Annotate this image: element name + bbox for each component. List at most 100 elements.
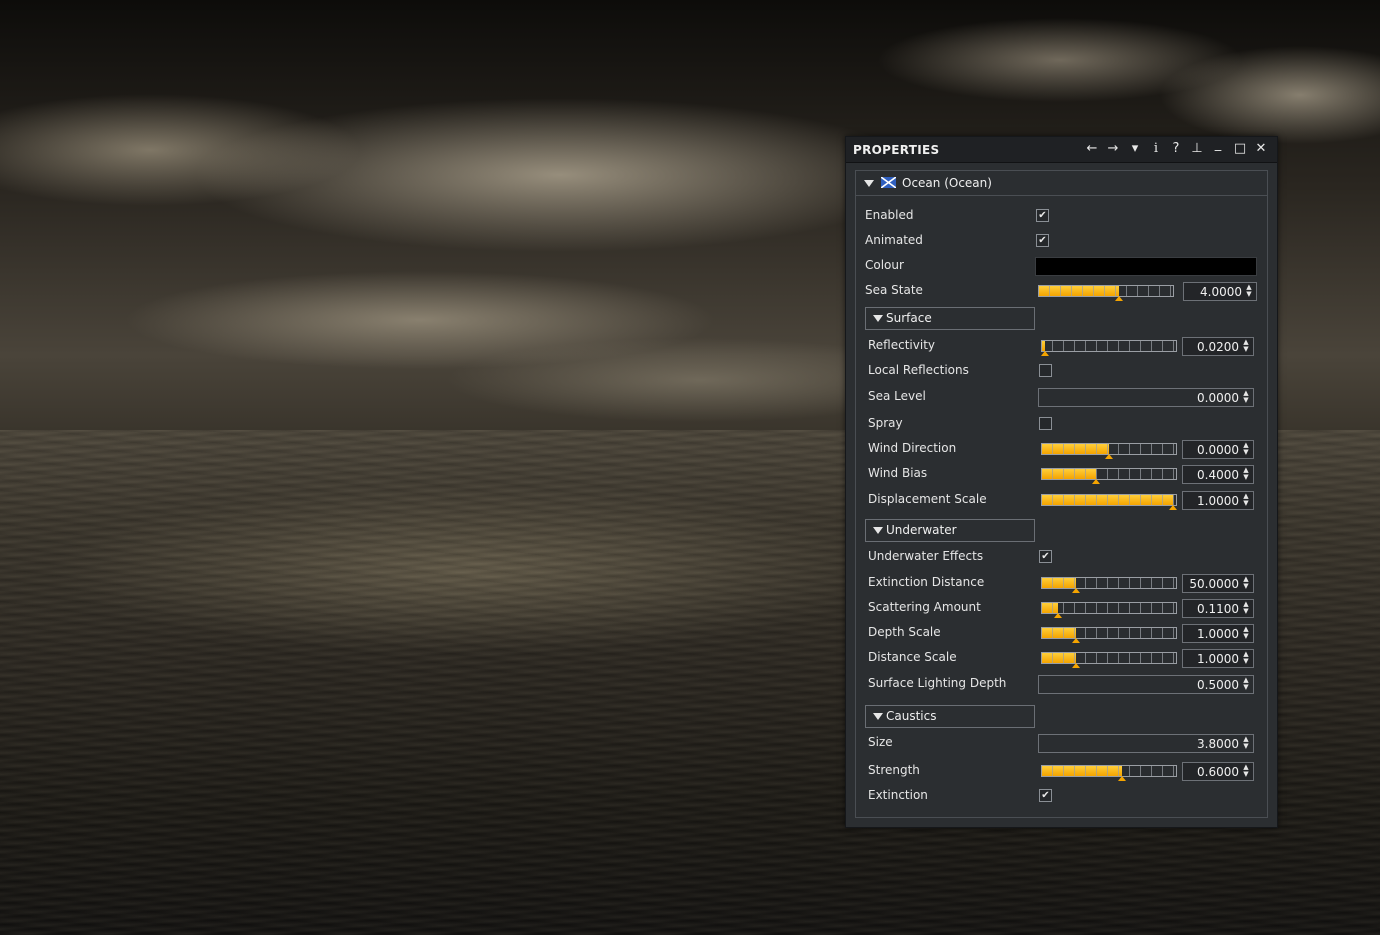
slider-handle[interactable]: [1072, 663, 1080, 668]
depth-scale-label: Depth Scale: [868, 625, 941, 639]
animated-checkbox[interactable]: ✔: [1036, 234, 1049, 247]
spin-arrows-icon[interactable]: ▲ ▼: [1242, 467, 1250, 481]
section-underwater-title: Underwater: [886, 523, 957, 537]
section-caustics-title: Caustics: [886, 709, 937, 723]
wind-direction-slider[interactable]: [1041, 443, 1177, 459]
underwater-effects-checkbox[interactable]: ✔: [1039, 550, 1052, 563]
displacement-scale-slider[interactable]: [1041, 494, 1177, 510]
sea-level-label: Sea Level: [868, 389, 926, 403]
strength-label: Strength: [868, 763, 920, 777]
displacement-scale-label: Displacement Scale: [868, 492, 987, 506]
scattering-amount-spinbox[interactable]: 0.1100 ▲ ▼: [1182, 599, 1254, 618]
panel-titlebar[interactable]: PROPERTIES ← → ▾ i ? ⊥ _ □ ✕: [846, 137, 1277, 163]
section-surface[interactable]: Surface: [865, 307, 1035, 330]
animated-label: Animated: [865, 233, 923, 247]
spin-arrows-icon[interactable]: ▲ ▼: [1242, 677, 1250, 691]
extinction-distance-value: 50.0000: [1189, 577, 1239, 591]
enabled-label: Enabled: [865, 208, 914, 222]
enabled-checkbox[interactable]: ✔: [1036, 209, 1049, 222]
size-spinbox[interactable]: 3.8000 ▲ ▼: [1038, 734, 1254, 753]
slider-handle[interactable]: [1092, 479, 1100, 484]
slider-handle[interactable]: [1118, 776, 1126, 781]
reflectivity-spinbox[interactable]: 0.0200 ▲ ▼: [1182, 337, 1254, 356]
minimize-icon[interactable]: _: [1210, 137, 1226, 153]
strength-slider[interactable]: [1041, 765, 1177, 781]
scattering-amount-slider[interactable]: [1041, 602, 1177, 618]
spin-arrows-icon[interactable]: ▲ ▼: [1242, 390, 1250, 404]
help-icon[interactable]: ?: [1168, 141, 1184, 157]
extinction-label: Extinction: [868, 788, 928, 802]
wind-bias-slider[interactable]: [1041, 468, 1177, 484]
slider-handle[interactable]: [1072, 588, 1080, 593]
depth-scale-spinbox[interactable]: 1.0000 ▲ ▼: [1182, 624, 1254, 643]
extinction-distance-slider[interactable]: [1041, 577, 1177, 593]
spin-arrows-icon[interactable]: ▲ ▼: [1242, 339, 1250, 353]
panel-title: PROPERTIES: [853, 143, 940, 157]
collapse-triangle-icon[interactable]: [873, 713, 883, 720]
slider-handle[interactable]: [1115, 296, 1123, 301]
properties-content: Ocean (Ocean) Enabled ✔ Animated ✔ Colou…: [855, 170, 1268, 818]
slider-handle[interactable]: [1072, 638, 1080, 643]
spin-arrows-icon[interactable]: ▲ ▼: [1242, 576, 1250, 590]
depth-scale-slider[interactable]: [1041, 627, 1177, 643]
properties-panel: PROPERTIES ← → ▾ i ? ⊥ _ □ ✕ Ocean (Ocea…: [845, 136, 1278, 828]
reflectivity-value: 0.0200: [1197, 340, 1239, 354]
spray-label: Spray: [868, 416, 903, 430]
distance-scale-slider[interactable]: [1041, 652, 1177, 668]
sea-level-value: 0.0000: [1197, 391, 1239, 405]
close-icon[interactable]: ✕: [1253, 141, 1269, 157]
spin-arrows-icon[interactable]: ▲ ▼: [1242, 442, 1250, 456]
displacement-scale-spinbox[interactable]: 1.0000 ▲ ▼: [1182, 491, 1254, 510]
sea-state-slider[interactable]: [1038, 285, 1174, 301]
slider-handle[interactable]: [1041, 351, 1049, 356]
local-reflections-checkbox[interactable]: [1039, 364, 1052, 377]
surface-lighting-depth-spinbox[interactable]: 0.5000 ▲ ▼: [1038, 675, 1254, 694]
wind-direction-label: Wind Direction: [868, 441, 957, 455]
slider-handle[interactable]: [1054, 613, 1062, 618]
slider-handle[interactable]: [1169, 505, 1177, 510]
slider-handle[interactable]: [1105, 454, 1113, 459]
extinction-distance-label: Extinction Distance: [868, 575, 985, 589]
scattering-amount-value: 0.1100: [1197, 602, 1239, 616]
collapse-triangle-icon[interactable]: [864, 180, 874, 187]
spin-arrows-icon[interactable]: ▲ ▼: [1242, 626, 1250, 640]
extinction-checkbox[interactable]: ✔: [1039, 789, 1052, 802]
wind-bias-label: Wind Bias: [868, 466, 928, 480]
spin-arrows-icon[interactable]: ▲ ▼: [1242, 601, 1250, 615]
spin-arrows-icon[interactable]: ▲ ▼: [1242, 736, 1250, 750]
distance-scale-spinbox[interactable]: 1.0000 ▲ ▼: [1182, 649, 1254, 668]
surface-lighting-depth-label: Surface Lighting Depth: [868, 676, 1007, 690]
surface-lighting-depth-value: 0.5000: [1197, 678, 1239, 692]
object-header[interactable]: Ocean (Ocean): [856, 171, 1267, 196]
section-underwater[interactable]: Underwater: [865, 519, 1035, 542]
forward-arrow-icon[interactable]: →: [1105, 141, 1121, 157]
info-icon[interactable]: i: [1148, 141, 1164, 157]
colour-swatch[interactable]: [1035, 257, 1257, 276]
strength-spinbox[interactable]: 0.6000 ▲ ▼: [1182, 762, 1254, 781]
size-value: 3.8000: [1197, 737, 1239, 751]
collapse-triangle-icon[interactable]: [873, 315, 883, 322]
spin-arrows-icon[interactable]: ▲ ▼: [1242, 764, 1250, 778]
colour-label: Colour: [865, 258, 904, 272]
sea-state-spinbox[interactable]: 4.0000 ▲ ▼: [1183, 282, 1257, 301]
sea-level-spinbox[interactable]: 0.0000 ▲ ▼: [1038, 388, 1254, 407]
reflectivity-label: Reflectivity: [868, 338, 936, 352]
wind-bias-spinbox[interactable]: 0.4000 ▲ ▼: [1182, 465, 1254, 484]
spin-arrows-icon[interactable]: ▲ ▼: [1245, 284, 1253, 298]
maximize-icon[interactable]: □: [1232, 141, 1248, 157]
pin-icon[interactable]: ⊥: [1189, 141, 1205, 157]
wind-direction-spinbox[interactable]: 0.0000 ▲ ▼: [1182, 440, 1254, 459]
strength-value: 0.6000: [1197, 765, 1239, 779]
distance-scale-label: Distance Scale: [868, 650, 957, 664]
displacement-scale-value: 1.0000: [1197, 494, 1239, 508]
local-reflections-label: Local Reflections: [868, 363, 969, 377]
spin-arrows-icon[interactable]: ▲ ▼: [1242, 651, 1250, 665]
dropdown-icon[interactable]: ▾: [1127, 141, 1143, 157]
back-arrow-icon[interactable]: ←: [1084, 141, 1100, 157]
collapse-triangle-icon[interactable]: [873, 527, 883, 534]
spray-checkbox[interactable]: [1039, 417, 1052, 430]
spin-arrows-icon[interactable]: ▲ ▼: [1242, 493, 1250, 507]
reflectivity-slider[interactable]: [1041, 340, 1177, 356]
extinction-distance-spinbox[interactable]: 50.0000 ▲ ▼: [1182, 574, 1254, 593]
section-caustics[interactable]: Caustics: [865, 705, 1035, 728]
